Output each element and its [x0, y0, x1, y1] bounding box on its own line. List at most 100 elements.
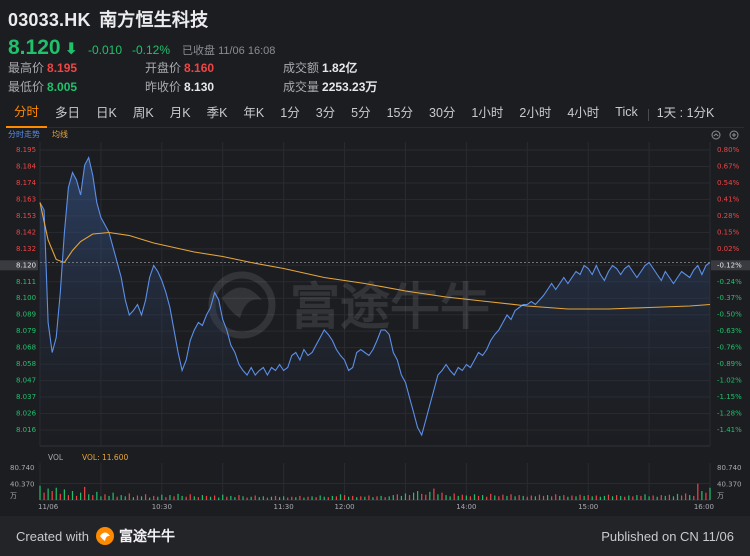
legend-avg: 均线	[52, 129, 68, 139]
volume-bar	[372, 497, 374, 500]
volume-bar	[376, 496, 378, 500]
tab-12[interactable]: 1小时	[463, 102, 511, 128]
vol-label: VOL	[48, 453, 64, 462]
volume-bar	[429, 491, 431, 500]
volume-bar	[222, 494, 224, 500]
volume-bar	[599, 496, 601, 500]
intraday-chart[interactable]: 富途牛牛 8.195 8.184 8.174 8.163 8.153 8.142 8.132…	[0, 128, 750, 515]
volume-bar	[303, 497, 305, 500]
volume-bar	[80, 492, 82, 500]
y-tick-right: 0.41%	[717, 195, 740, 203]
stat-volume-label: 成交量	[283, 80, 320, 94]
y-tick-left: 8.163	[16, 195, 36, 203]
y-tick-right: -0.76%	[717, 344, 742, 352]
volume-bar	[177, 493, 179, 500]
volume-bar	[656, 496, 658, 500]
volume-bar	[327, 497, 329, 500]
volume-bar	[230, 495, 232, 500]
volume-bar	[181, 495, 183, 500]
volume-bar	[319, 495, 321, 500]
tab-6[interactable]: 年K	[235, 102, 272, 128]
volume-bar	[563, 495, 565, 500]
expand-icon[interactable]	[729, 130, 739, 140]
brand-name: 富途牛牛	[118, 528, 175, 544]
volume-bar	[445, 495, 447, 500]
volume-bar	[567, 496, 569, 500]
tab-7[interactable]: 1分	[272, 102, 307, 128]
volume-bar	[360, 496, 362, 500]
volume-bar	[587, 495, 589, 500]
y-axis-right: 0.80% 0.67% 0.54% 0.41% 0.28% 0.15% 0.02% -0.12…	[711, 146, 750, 434]
down-arrow-icon: ⬇	[64, 41, 78, 58]
y-tick-right: -0.63%	[717, 327, 742, 335]
volume-bar	[201, 495, 204, 500]
volume-bar	[100, 496, 102, 500]
vol-tick-right: 80.740	[717, 464, 742, 472]
volume-bar	[136, 495, 139, 500]
volume-bar	[173, 496, 175, 500]
x-tick: 10:30	[152, 503, 172, 511]
volume-bar	[408, 495, 411, 500]
volume-bar	[104, 494, 106, 500]
volume-bar	[477, 495, 480, 500]
tab-8[interactable]: 3分	[308, 102, 343, 128]
volume-bar	[469, 496, 472, 500]
tab-15[interactable]: Tick	[607, 102, 645, 128]
y-tick-left: 8.174	[16, 179, 37, 187]
volume-bar	[542, 495, 545, 500]
volume-bar	[226, 496, 228, 500]
volume-bar	[494, 495, 496, 500]
y-tick-right: -0.89%	[717, 360, 742, 368]
tab-14[interactable]: 4小时	[559, 102, 607, 128]
volume-bar	[685, 493, 687, 500]
volume-bar	[611, 496, 614, 500]
volume-bar	[583, 495, 585, 500]
volume-bar	[530, 495, 532, 500]
volume-bar	[457, 495, 459, 500]
tab-3[interactable]: 周K	[125, 102, 162, 128]
volume-panel: 80.740 80.740 40.370 40.370 万 万	[10, 464, 742, 500]
volume-bar	[624, 496, 626, 500]
stat-turnover-value: 1.82亿	[322, 61, 358, 75]
security-name: 南方恒生科技	[99, 10, 209, 30]
vol-tick-right: 万	[717, 492, 724, 500]
futu-logo-icon	[95, 527, 114, 545]
volume-bar	[71, 491, 74, 500]
volume-bar	[153, 495, 155, 500]
tab-1[interactable]: 多日	[47, 102, 88, 128]
volume-bar	[453, 493, 455, 500]
tab-2[interactable]: 日K	[88, 102, 125, 128]
volume-bar	[67, 495, 70, 500]
tab-5[interactable]: 季K	[199, 102, 236, 128]
volume-bar	[449, 496, 451, 500]
volume-bar	[250, 496, 252, 500]
volume-bar	[705, 492, 707, 500]
tab-9[interactable]: 5分	[343, 102, 378, 128]
x-tick: 12:00	[334, 503, 354, 511]
volume-bar	[335, 496, 338, 500]
volume-bar	[636, 495, 638, 500]
y-tick-right: 0.80%	[717, 146, 740, 154]
chart-svg[interactable]: 富途牛牛 8.195 8.184 8.174 8.163 8.153 8.142 8.132…	[0, 128, 750, 515]
tab-13[interactable]: 2小时	[511, 102, 559, 128]
tab-0[interactable]: 分时	[6, 102, 48, 128]
volume-bar	[242, 496, 244, 500]
volume-bar	[514, 496, 516, 500]
volume-bar	[209, 496, 212, 500]
collapse-icon[interactable]	[711, 130, 721, 140]
volume-bar	[246, 497, 248, 500]
y-tick-right: -1.28%	[717, 410, 742, 418]
y-tick-left: 8.058	[16, 360, 36, 368]
volume-bar	[144, 494, 147, 500]
stat-prev-close-value: 8.130	[184, 80, 215, 94]
volume-bar	[295, 497, 297, 500]
volume-bar	[140, 496, 143, 500]
tab-10[interactable]: 15分	[379, 102, 421, 128]
tab-11[interactable]: 30分	[421, 102, 463, 128]
stat-prev-close: 昨收价 8.130	[145, 78, 214, 95]
volume-bar	[75, 495, 78, 500]
tab-interval-selector[interactable]: 1天 : 1分K	[651, 102, 723, 128]
volume-bar	[169, 495, 171, 500]
last-price: 8.120	[8, 36, 61, 59]
tab-4[interactable]: 月K	[162, 102, 199, 128]
